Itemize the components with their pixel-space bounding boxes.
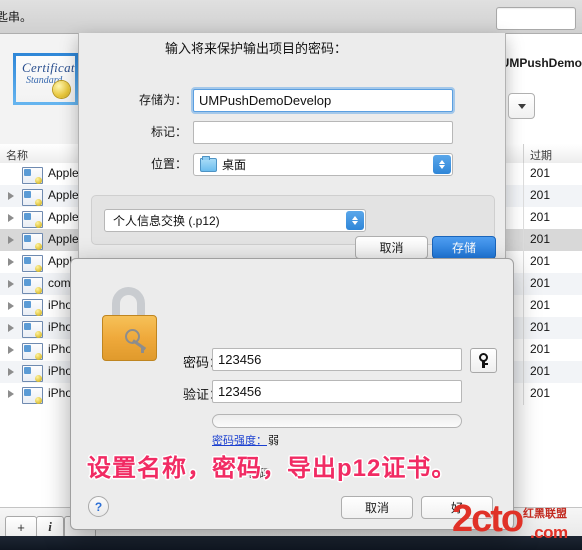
certificate-icon <box>22 343 43 360</box>
row-expires-cell: 201 <box>530 188 551 202</box>
file-format-value-text: 个人信息交换 (.p12) <box>113 214 220 228</box>
row-column-divider <box>523 273 524 295</box>
row-column-divider <box>523 339 524 361</box>
row-expires-cell: 201 <box>530 298 551 312</box>
key-icon <box>478 353 489 368</box>
row-column-divider <box>523 361 524 383</box>
disclosure-triangle-icon[interactable] <box>8 324 14 332</box>
password-prompt-text: 输入将来保护输出项目的密码： <box>165 41 348 56</box>
row-column-divider <box>523 383 524 405</box>
column-header-name[interactable]: 名称 <box>6 147 28 163</box>
row-column-divider <box>523 229 524 251</box>
add-item-button[interactable]: + <box>5 516 37 538</box>
screen-root: 钥匙串。 Certificate Standard UMPushDemo 名称 … <box>0 0 582 550</box>
disclosure-triangle-icon[interactable] <box>8 280 14 288</box>
disclosure-triangle-icon[interactable] <box>8 368 14 376</box>
lock-icon <box>99 287 159 361</box>
password-input[interactable]: 123456 <box>212 348 462 371</box>
location-popup-button[interactable]: 桌面 <box>193 153 453 176</box>
row-expires-cell: 201 <box>530 210 551 224</box>
sheet-cancel-button[interactable]: 取消 <box>355 236 428 259</box>
row-column-divider <box>523 163 524 185</box>
key-tooth-icon <box>485 363 488 365</box>
row-expires-cell: 201 <box>530 386 551 400</box>
row-expires-cell: 201 <box>530 232 551 246</box>
row-column-divider <box>523 317 524 339</box>
tags-input[interactable] <box>193 121 453 144</box>
tags-label: 标记： <box>150 125 187 139</box>
window-title-text: 钥匙串。 <box>0 10 33 24</box>
certificate-icon <box>22 167 43 184</box>
certificate-icon <box>22 211 43 228</box>
row-expires-cell: 201 <box>530 364 551 378</box>
chevron-down-icon <box>352 221 358 225</box>
chevron-down-icon <box>439 165 445 169</box>
column-header-expires[interactable]: 过期 <box>530 147 552 163</box>
location-stepper-icon[interactable] <box>433 155 451 174</box>
row-expires-cell: 201 <box>530 254 551 268</box>
save-export-sheet: 存储为： UMPushDemoDevelop 标记： 位置： 桌面 个人信息交换… <box>78 33 535 263</box>
location-value-text: 桌面 <box>222 158 247 172</box>
disclosure-triangle-icon[interactable] <box>8 346 14 354</box>
row-expires-cell: 201 <box>530 342 551 356</box>
certificate-icon <box>22 365 43 382</box>
row-expires-cell: 201 <box>530 166 551 180</box>
row-column-divider <box>523 295 524 317</box>
file-format-popup-button[interactable]: 个人信息交换 (.p12) <box>104 209 366 232</box>
disclosure-triangle-icon[interactable] <box>8 258 14 266</box>
row-expires-cell: 201 <box>530 320 551 334</box>
item-info-button[interactable]: i <box>36 516 64 538</box>
column-divider <box>523 144 524 163</box>
watermark-tld: .com <box>530 523 568 542</box>
file-format-stepper-icon[interactable] <box>346 211 364 230</box>
watermark-chinese-label: 红黑联盟 <box>523 508 567 520</box>
row-column-divider <box>523 185 524 207</box>
selected-certificate-name: UMPushDemo <box>500 56 582 70</box>
verify-input[interactable]: 123456 <box>212 380 462 403</box>
certificate-seal-icon <box>53 81 70 98</box>
password-strength-label[interactable]: 密码强度： <box>212 432 267 448</box>
chevron-up-icon <box>352 216 358 220</box>
location-row: 位置： 桌面 <box>79 151 505 176</box>
certificate-icon <box>22 387 43 404</box>
watermark-logo: 2cto <box>452 498 524 540</box>
location-label: 位置： <box>150 157 187 171</box>
row-column-divider <box>523 207 524 229</box>
keychain-titlebar: 钥匙串。 <box>0 0 582 34</box>
disclosure-triangle-icon[interactable] <box>8 302 14 310</box>
password-cancel-button[interactable]: 取消 <box>341 496 413 519</box>
expand-browser-button[interactable] <box>508 93 535 119</box>
row-expires-cell: 201 <box>530 276 551 290</box>
disclosure-triangle-icon[interactable] <box>8 214 14 222</box>
password-strength-value: 弱 <box>268 435 279 447</box>
annotation-text: 设置名称，密码，导出p12证书。 <box>87 455 457 482</box>
sheet-save-button[interactable]: 存储 <box>432 236 496 259</box>
certificate-icon <box>22 233 43 250</box>
save-as-row: 存储为： UMPushDemoDevelop <box>79 87 505 112</box>
password-strength-bar <box>212 414 462 428</box>
certificate-icon <box>22 255 43 272</box>
certificate-icon <box>22 277 43 294</box>
certificate-thumbnail-icon: Certificate Standard <box>13 53 78 105</box>
key-tooth-shape <box>141 347 144 353</box>
help-button[interactable]: ? <box>88 496 109 517</box>
certificate-icon <box>22 299 43 316</box>
tags-row: 标记： <box>79 119 505 144</box>
chevron-down-icon <box>517 103 526 109</box>
folder-icon <box>200 155 217 172</box>
disclosure-triangle-icon[interactable] <box>8 192 14 200</box>
password-assistant-button[interactable] <box>470 348 497 373</box>
disclosure-triangle-icon[interactable] <box>8 390 14 398</box>
search-input[interactable] <box>496 7 576 30</box>
save-as-label: 存储为： <box>138 93 187 107</box>
certificate-icon <box>22 189 43 206</box>
certificate-title-line1: Certificate <box>22 60 78 75</box>
chevron-up-icon <box>439 160 445 164</box>
disclosure-triangle-icon[interactable] <box>8 236 14 244</box>
certificate-icon <box>22 321 43 338</box>
row-column-divider <box>523 251 524 273</box>
save-as-input[interactable]: UMPushDemoDevelop <box>193 89 453 112</box>
